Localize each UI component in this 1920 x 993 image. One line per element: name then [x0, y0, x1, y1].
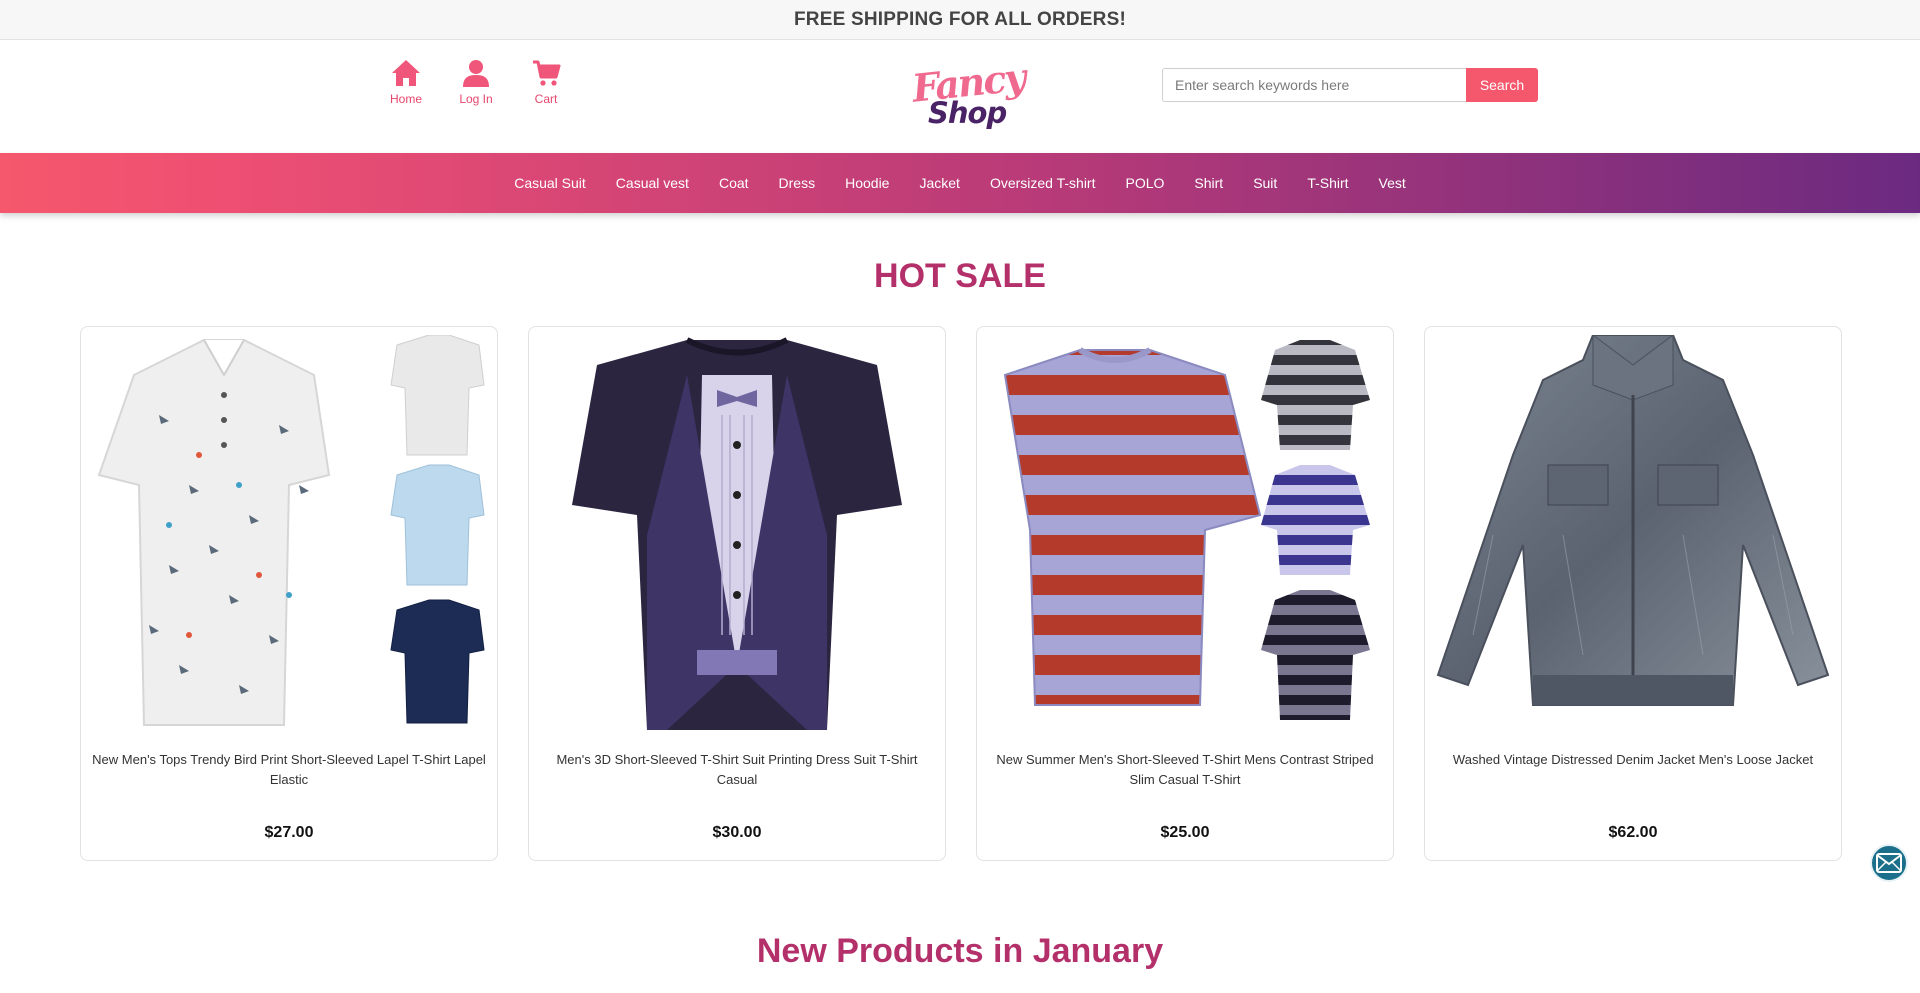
new-products-title: New Products in January — [756, 932, 1164, 970]
category-casual-suit[interactable]: Casual Suit — [514, 175, 586, 191]
category-suit[interactable]: Suit — [1253, 175, 1277, 191]
header-nav: Home Log In Cart — [382, 58, 570, 106]
cart-label: Cart — [534, 92, 558, 106]
cart-link[interactable]: Cart — [522, 58, 570, 106]
category-coat[interactable]: Coat — [719, 175, 749, 191]
product-price: $27.00 — [264, 824, 314, 841]
user-icon — [463, 60, 489, 87]
logo-text-shop: Shop — [928, 96, 1007, 130]
announcement-text: FREE SHIPPING FOR ALL ORDERS! — [794, 8, 1126, 30]
product-card[interactable]: Men's 3D Short-Sleeved T-Shirt Suit Prin… — [528, 326, 946, 861]
product-card[interactable]: New Summer Men's Short-Sleeved T-Shirt M… — [976, 326, 1394, 861]
product-image[interactable] — [1433, 335, 1833, 735]
category-polo[interactable]: POLO — [1125, 175, 1164, 191]
home-label: Home — [389, 92, 422, 106]
hot-sale-title: HOT SALE — [874, 257, 1046, 295]
login-link[interactable]: Log In — [452, 58, 500, 106]
search-button[interactable]: Search — [1466, 68, 1538, 102]
home-link[interactable]: Home — [382, 58, 430, 106]
mail-icon — [1876, 853, 1902, 873]
category-nav: Casual Suit Casual vest Coat Dress Hoodi… — [0, 153, 1920, 213]
category-hoodie[interactable]: Hoodie — [845, 175, 889, 191]
product-price: $30.00 — [712, 824, 762, 841]
category-t-shirt[interactable]: T-Shirt — [1307, 175, 1348, 191]
product-card[interactable]: New Men's Tops Trendy Bird Print Short-S… — [80, 326, 498, 861]
product-name[interactable]: New Men's Tops Trendy Bird Print Short-S… — [89, 750, 489, 790]
product-name[interactable]: New Summer Men's Short-Sleeved T-Shirt M… — [985, 750, 1385, 790]
category-jacket[interactable]: Jacket — [919, 175, 959, 191]
category-oversized-t-shirt[interactable]: Oversized T-shirt — [990, 175, 1096, 191]
cart-icon — [533, 60, 561, 86]
search-input[interactable] — [1162, 68, 1466, 102]
product-price: $25.00 — [1160, 824, 1210, 841]
search-form: Search — [1162, 68, 1538, 102]
site-logo[interactable]: Fancy Shop — [908, 54, 1026, 136]
product-price: $62.00 — [1608, 824, 1658, 841]
category-dress[interactable]: Dress — [779, 175, 816, 191]
product-name[interactable]: Washed Vintage Distressed Denim Jacket M… — [1433, 750, 1833, 770]
product-name[interactable]: Men's 3D Short-Sleeved T-Shirt Suit Prin… — [537, 750, 937, 790]
home-icon — [392, 60, 420, 86]
contact-mail-button[interactable] — [1870, 844, 1908, 882]
product-image[interactable] — [537, 335, 937, 735]
login-label: Log In — [459, 92, 493, 106]
category-shirt[interactable]: Shirt — [1194, 175, 1223, 191]
product-image[interactable] — [985, 335, 1385, 735]
category-vest[interactable]: Vest — [1379, 175, 1406, 191]
site-header: Home Log In Cart Fancy Shop Search — [0, 40, 1920, 153]
category-casual-vest[interactable]: Casual vest — [616, 175, 689, 191]
product-image[interactable] — [89, 335, 489, 735]
product-card[interactable]: Washed Vintage Distressed Denim Jacket M… — [1424, 326, 1842, 861]
announcement-bar: FREE SHIPPING FOR ALL ORDERS! — [0, 0, 1920, 40]
hot-sale-products: New Men's Tops Trendy Bird Print Short-S… — [80, 326, 1842, 861]
